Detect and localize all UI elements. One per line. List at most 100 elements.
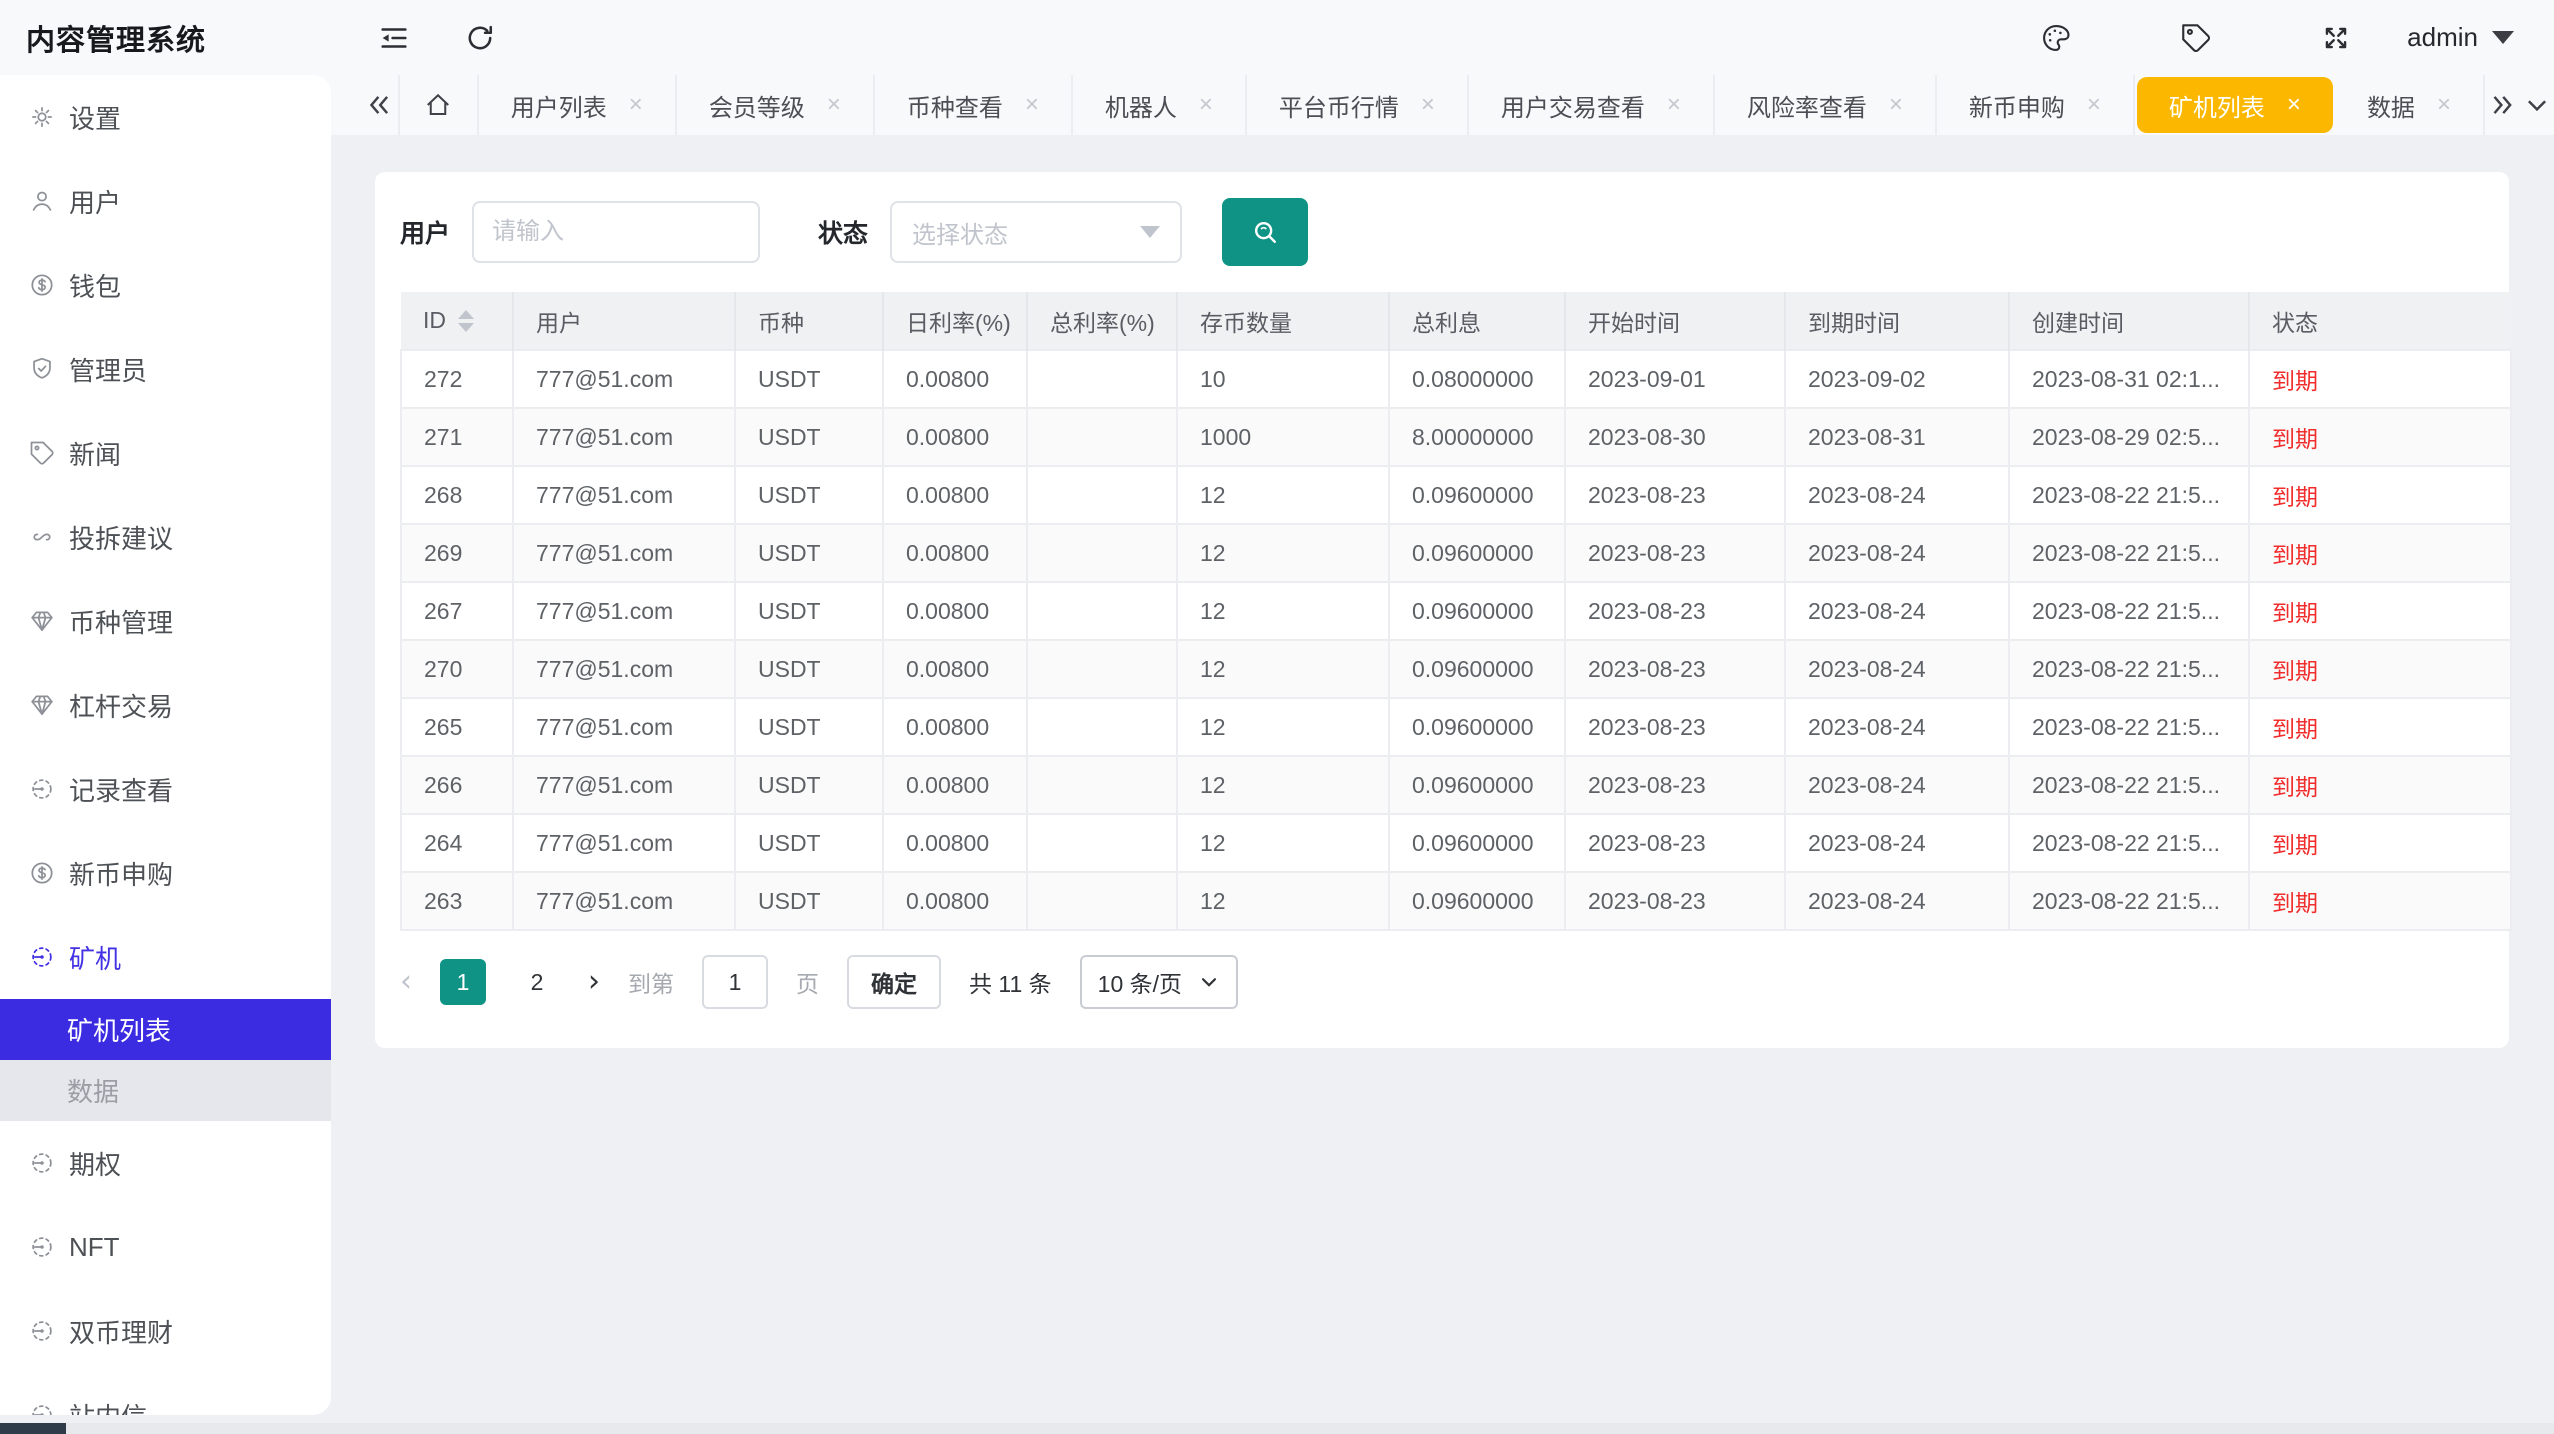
table-row: 271777@51.comUSDT0.0080010008.0000000020… [401,408,2511,466]
table-row: 267777@51.comUSDT0.00800120.096000002023… [401,582,2511,640]
sidebar-item-label: 记录查看 [69,771,173,808]
compass-icon [28,1401,56,1415]
table-cell: 269 [401,524,513,582]
tab-item[interactable]: 机器人 × [1073,75,1247,135]
tabs-scroll-right-button[interactable] [2485,75,2520,135]
tab-label: 平台币行情 [1279,88,1399,123]
tabbar: 用户列表×会员等级×币种查看×机器人×平台币行情×用户交易查看×风险率查看×新币… [0,75,2554,135]
sidebar-item[interactable]: 管理员 [0,327,331,411]
sidebar-item[interactable]: 钱包 [0,243,331,327]
table-cell: 0.09600000 [1389,466,1565,524]
home-tab-button[interactable] [400,75,479,135]
table-cell: 777@51.com [513,408,735,466]
table-cell: 2023-08-23 [1565,466,1785,524]
sidebar-subitem[interactable]: 数据 [0,1060,331,1121]
table-cell: 777@51.com [513,640,735,698]
table-cell: 2023-08-22 21:5... [2009,814,2249,872]
tab-label: 新币申购 [1969,88,2065,123]
tab-item[interactable]: 矿机列表× [2137,77,2333,133]
tab-item[interactable]: 新币申购 × [1937,75,2135,135]
table-cell: 777@51.com [513,466,735,524]
horizontal-scrollbar-thumb[interactable] [0,1423,66,1434]
status-filter-select[interactable]: 选择状态 [890,201,1182,263]
user-filter-input[interactable] [472,201,760,263]
tab-close-icon[interactable]: × [629,93,643,117]
tab-close-icon[interactable]: × [1199,93,1213,117]
column-label: 用户 [536,304,582,338]
search-button[interactable] [1222,198,1308,266]
tab-item[interactable]: 用户列表× [479,75,677,135]
palette-icon[interactable] [2039,21,2073,55]
table-cell [1027,524,1177,582]
table-cell: 265 [401,698,513,756]
table-cell: 12 [1177,756,1389,814]
refresh-icon[interactable] [463,21,497,55]
table-cell [1027,408,1177,466]
tab-close-icon[interactable]: × [1421,93,1435,117]
per-page-select[interactable]: 10 条/页 [1080,955,1238,1009]
table-cell: 777@51.com [513,814,735,872]
tag-icon[interactable] [2179,21,2213,55]
table-header-cell: 创建时间 [2009,292,2249,350]
tab-close-icon[interactable]: × [1667,93,1681,117]
sidebar-item[interactable]: 杠杆交易 [0,663,331,747]
pagination-goto-label: 到第 [628,965,674,999]
sidebar-item[interactable]: 矿机 [0,915,331,999]
menu-fold-icon[interactable] [377,21,411,55]
tab-close-icon[interactable]: × [2437,93,2451,117]
navbar: 内容管理系统 admin [0,0,2554,75]
sort-carets-icon[interactable] [458,310,474,332]
tab-item[interactable]: 会员等级× [677,75,875,135]
sidebar-item[interactable]: 投拆建议 [0,495,331,579]
table-cell: 0.00800 [883,814,1027,872]
fullscreen-icon[interactable] [2319,21,2353,55]
sidebar-item[interactable]: 币种管理 [0,579,331,663]
table-header-cell: 总利率(%) [1027,292,1177,350]
sidebar-item[interactable]: NFT [0,1205,331,1289]
tab-item[interactable]: 币种查看× [875,75,1073,135]
column-label: 总利率(%) [1050,304,1155,338]
tab-close-icon[interactable]: × [1025,93,1039,117]
sidebar-item[interactable]: 站内信 [0,1373,331,1415]
tab-close-icon[interactable]: × [827,93,841,117]
sidebar-item[interactable]: 新闻 [0,411,331,495]
table-cell: USDT [735,872,883,930]
pagination-page-button[interactable]: 2 [514,959,560,1005]
sidebar-subitem[interactable]: 矿机列表 [0,999,331,1060]
table-cell: 2023-08-24 [1785,872,2009,930]
chevron-down-icon [2522,90,2552,120]
sort-asc-icon[interactable] [458,310,474,319]
tab-label: 机器人 [1105,88,1177,123]
tabs-menu-button[interactable] [2519,75,2554,135]
sidebar-item[interactable]: 新币申购 [0,831,331,915]
sort-desc-icon[interactable] [458,323,474,332]
table-header-cell[interactable]: ID [401,292,513,350]
tab-item[interactable]: 平台币行情 × [1247,75,1469,135]
tab-close-icon[interactable]: × [2087,93,2101,117]
table-cell: 270 [401,640,513,698]
pagination-prev-button[interactable]: ‹ [400,967,412,997]
table-cell: 2023-08-22 21:5... [2009,582,2249,640]
sidebar-item[interactable]: 用户 [0,159,331,243]
tab-close-icon[interactable]: × [1889,93,1903,117]
pagination-goto-input[interactable] [702,955,768,1009]
tab-item[interactable]: 用户交易查看 × [1469,75,1715,135]
sidebar-item[interactable]: 期权 [0,1121,331,1205]
tab-item[interactable]: 风险率查看× [1715,75,1937,135]
caret-down-icon [2492,31,2514,44]
tab-label: 用户交易查看 [1501,88,1645,123]
compass-icon [28,775,56,803]
sidebar-item[interactable]: 双币理财 [0,1289,331,1373]
user-menu[interactable]: admin [2407,22,2514,53]
tab-item[interactable]: 数据× [2335,75,2485,135]
tab-close-icon[interactable]: × [2287,93,2301,117]
status-badge: 到期 [2249,582,2511,640]
pagination-confirm-button[interactable]: 确定 [847,955,941,1009]
pagination-next-button[interactable]: › [588,967,600,997]
table-cell: 2023-08-23 [1565,814,1785,872]
tabs-scroll-left-button[interactable] [360,75,400,135]
sidebar-item[interactable]: 记录查看 [0,747,331,831]
sidebar-item[interactable]: 设置 [0,75,331,159]
pagination-page-button[interactable]: 1 [440,959,486,1005]
table-cell: 2023-08-22 21:5... [2009,872,2249,930]
